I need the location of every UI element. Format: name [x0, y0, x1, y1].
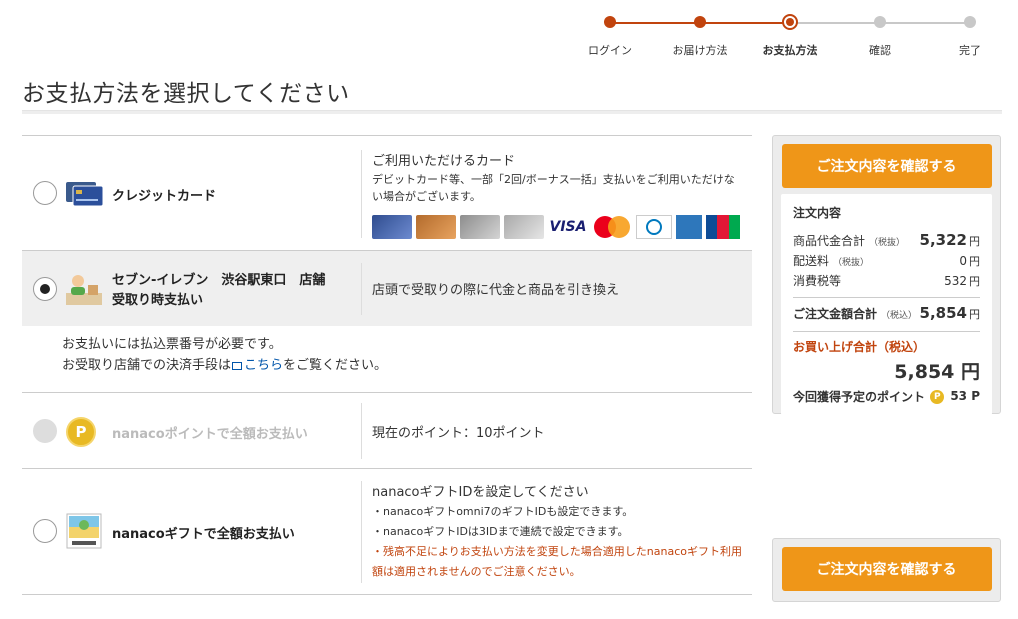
- seven-eleven-label: セブン-イレブン 渋谷駅東口 店舗 受取り時支払い: [112, 271, 325, 311]
- title-divider: [22, 110, 1002, 114]
- order-total-label: ご注文金額合計 （税込）: [793, 307, 918, 321]
- step-label: お支払方法: [762, 44, 818, 57]
- step-complete: 完了: [940, 16, 1000, 58]
- step-delivery: お届け方法: [670, 16, 730, 58]
- note-text: をご覧ください。: [283, 358, 388, 373]
- point-coin-icon: P: [930, 389, 945, 404]
- step-label: 完了: [959, 44, 981, 57]
- points-row: 今回獲得予定のポイント P 53 P: [793, 388, 980, 405]
- step-label: ログイン: [588, 44, 632, 57]
- nanaco-gift-bullet: ・nanacoギフトomni7のギフトIDも設定できます。: [372, 505, 634, 518]
- amex-logo-icon: [676, 215, 702, 239]
- seven-eleven-label-line1: セブン-イレブン 渋谷駅東口 店舗: [112, 273, 326, 288]
- mastercard-logo-icon: [592, 215, 632, 239]
- consumption-tax-row: 消費税等 532 円: [793, 272, 980, 291]
- nanaco-points-label: nanacoポイントで全額お支払い: [112, 427, 308, 442]
- grand-total-value: 5,854 円: [894, 361, 980, 383]
- note-line: お受取り店舗での決済手段は こちらをご覧ください。: [62, 355, 752, 376]
- step-login: ログイン: [580, 16, 640, 58]
- consumption-tax-label: 消費税等: [793, 274, 842, 288]
- confirm-order-button[interactable]: ご注文内容を確認する: [781, 144, 992, 188]
- credit-card-label: クレジットカード: [112, 189, 217, 204]
- accepted-card-logos: VISA: [372, 215, 742, 239]
- step-label: お届け方法: [672, 44, 728, 57]
- summary-title: 注文内容: [793, 206, 842, 220]
- nanaco-gift-desc-title: nanacoギフトIDを設定してください: [372, 485, 589, 500]
- checkout-stepper: ログイン お届け方法 お支払方法 確認 完了: [580, 10, 1000, 60]
- credit-card-radio[interactable]: [33, 181, 57, 205]
- option-divider: [361, 150, 362, 238]
- card-image-icon: [504, 215, 544, 239]
- summary-divider: [793, 297, 980, 298]
- step-dot: [874, 16, 886, 28]
- step-payment: お支払方法: [760, 14, 820, 58]
- order-summary: 注文内容 商品代金合計 （税抜） 5,322 円 配送料 （税抜） 0円 消費税等 5…: [781, 194, 992, 415]
- nanaco-gift-description: nanacoギフトIDを設定してください ・nanacoギフトomni7のギフト…: [372, 481, 742, 582]
- payment-option-nanaco-points[interactable]: P nanacoポイントで全額お支払い 現在のポイント：10ポイント: [22, 393, 752, 469]
- shipping-row: 配送料 （税抜） 0円: [793, 252, 980, 272]
- card-image-icon: [372, 215, 412, 239]
- nanaco-gift-bullet: ・nanacoギフトIDは3IDまで連続で設定できます。: [372, 525, 629, 538]
- nanaco-gift-radio[interactable]: [33, 519, 57, 543]
- step-label: 確認: [869, 44, 891, 57]
- subtotal-row: 商品代金合計 （税抜） 5,322 円: [793, 231, 980, 252]
- note-line: お支払いには払込票番号が必要です。: [62, 337, 282, 352]
- page-title: お支払方法を選択してください: [22, 81, 350, 107]
- seven-eleven-label-line2: 受取り時支払い: [112, 293, 204, 308]
- option-divider: [361, 403, 362, 459]
- seven-eleven-note: お支払いには払込票番号が必要です。 お受取り店舗での決済手段は こちらをご覧くださ…: [22, 326, 752, 393]
- card-image-icon: [416, 215, 456, 239]
- external-link-icon: [232, 361, 243, 370]
- credit-card-desc-body: デビットカード等、一部「2回/ボーナス一括」支払いをご利用いただけない場合がござ…: [372, 173, 735, 203]
- credit-card-desc-title: ご利用いただけるカード: [372, 154, 516, 169]
- note-text: お受取り店舗での決済手段は: [62, 358, 232, 373]
- step-dot: [604, 16, 616, 28]
- payment-option-credit-card[interactable]: クレジットカード ご利用いただけるカード デビットカード等、一部「2回/ボーナス…: [22, 136, 752, 251]
- subtotal-label: 商品代金合計 （税抜）: [793, 234, 906, 248]
- step-dot: [694, 16, 706, 28]
- nanaco-points-description: 現在のポイント：10ポイント: [372, 426, 545, 441]
- option-divider: [361, 263, 362, 315]
- step-confirm: 確認: [850, 16, 910, 58]
- visa-logo-icon: VISA: [549, 219, 587, 235]
- step-dot: [964, 16, 976, 28]
- summary-divider: [793, 331, 980, 332]
- nanaco-gift-warning: ・残高不足によりお支払い方法を変更した場合適用したnanacoギフト利用額は適用…: [372, 545, 742, 578]
- seven-eleven-description: 店頭で受取りの際に代金と商品を引き換え: [372, 283, 620, 298]
- shipping-label: 配送料 （税抜）: [793, 254, 870, 268]
- bottom-confirm-panel: ご注文内容を確認する: [772, 538, 1001, 602]
- points-value: 53 P: [950, 389, 980, 404]
- diners-club-logo-icon: [636, 215, 672, 239]
- store-clerk-icon: [66, 275, 102, 305]
- order-total-row: ご注文金額合計 （税込） 5,854 円: [793, 304, 980, 325]
- nanaco-gift-label: nanacoギフトで全額お支払い: [112, 527, 295, 542]
- option-divider: [361, 481, 362, 583]
- jcb-logo-icon: [706, 215, 740, 239]
- shipping-value: 0円: [959, 254, 980, 268]
- grand-total-label: お買い上げ合計（税込）: [793, 340, 926, 354]
- nanaco-gift-card-icon: [66, 513, 102, 549]
- card-image-icon: [460, 215, 500, 239]
- credit-card-description: ご利用いただけるカード デビットカード等、一部「2回/ボーナス一括」支払いをご利…: [372, 150, 742, 239]
- nanaco-point-coin-icon: P: [66, 417, 96, 447]
- order-total-value: 5,854 円: [919, 304, 980, 322]
- points-value-wrap: P 53 P: [930, 389, 980, 404]
- points-label: 今回獲得予定のポイント: [793, 390, 926, 404]
- nanaco-points-radio[interactable]: [33, 419, 57, 443]
- step-dot: [782, 14, 798, 30]
- payment-option-nanaco-gift[interactable]: nanacoギフトで全額お支払い nanacoギフトIDを設定してください ・n…: [22, 469, 752, 595]
- subtotal-value: 5,322 円: [919, 231, 980, 249]
- consumption-tax-value: 532 円: [944, 274, 980, 288]
- payment-method-list: クレジットカード ご利用いただけるカード デビットカード等、一部「2回/ボーナス…: [22, 135, 752, 595]
- seven-eleven-radio[interactable]: [33, 277, 57, 301]
- order-summary-panel: ご注文内容を確認する 注文内容 商品代金合計 （税抜） 5,322 円 配送料 （税抜…: [772, 135, 1001, 415]
- payment-methods-link[interactable]: こちら: [244, 358, 283, 373]
- confirm-order-button-bottom[interactable]: ご注文内容を確認する: [781, 547, 992, 591]
- credit-card-icon: [66, 182, 104, 207]
- payment-option-seven-eleven[interactable]: セブン-イレブン 渋谷駅東口 店舗 受取り時支払い 店頭で受取りの際に代金と商品…: [22, 251, 752, 326]
